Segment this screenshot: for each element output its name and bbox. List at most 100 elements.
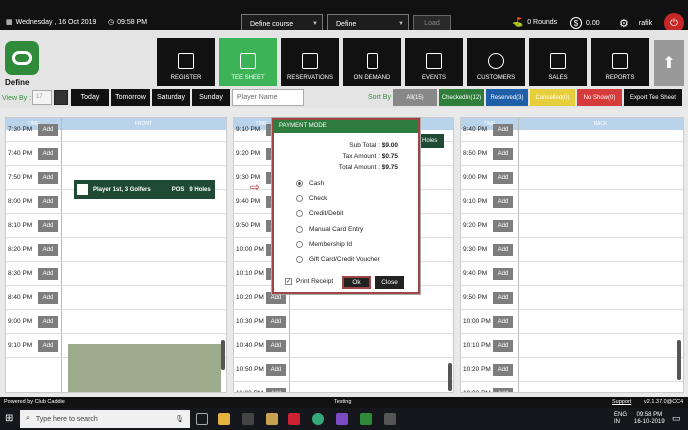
add-button[interactable]: Add bbox=[38, 291, 58, 304]
file-explorer-icon[interactable] bbox=[218, 413, 230, 425]
nav-on-demand[interactable]: ON DEMAND bbox=[343, 38, 401, 86]
nav-reports[interactable]: REPORTS bbox=[591, 38, 649, 86]
add-button[interactable]: Add bbox=[493, 291, 513, 304]
add-button[interactable]: Add bbox=[493, 219, 513, 232]
gear-icon[interactable]: ⚙ bbox=[619, 17, 629, 30]
nav-events[interactable]: EVENTS bbox=[405, 38, 463, 86]
radio-button[interactable] bbox=[296, 195, 303, 202]
user-menu[interactable]: ⚙ rafik bbox=[619, 17, 652, 30]
add-button[interactable]: Add bbox=[493, 243, 513, 256]
booking-row[interactable]: Player 1st, 3 Golfers POS 9 Holes bbox=[74, 180, 215, 199]
tee-time: 9:30 PM bbox=[463, 246, 488, 253]
player-name-input[interactable]: Player Name bbox=[232, 89, 304, 106]
booking-holes: 9 Holes bbox=[189, 186, 211, 193]
tee-time: 10:00 PM bbox=[236, 246, 264, 253]
support-link[interactable]: Support bbox=[612, 399, 631, 405]
add-button[interactable]: Add bbox=[38, 339, 58, 352]
nav-reservations[interactable]: RESERVATIONS bbox=[281, 38, 339, 86]
scrollbar[interactable] bbox=[677, 340, 681, 380]
scrollbar[interactable] bbox=[221, 340, 225, 370]
add-button[interactable]: Add bbox=[38, 171, 58, 184]
amount-text: 0.00 bbox=[586, 19, 600, 27]
nav-sales[interactable]: SALES bbox=[529, 38, 587, 86]
filter-all[interactable]: All(15) bbox=[393, 89, 437, 106]
add-button[interactable]: Add bbox=[38, 267, 58, 280]
clock[interactable]: 09:58 PM 16-10-2019 bbox=[634, 412, 665, 426]
microphone-icon[interactable]: 🎙 bbox=[175, 415, 184, 423]
add-button[interactable]: Add bbox=[38, 147, 58, 160]
add-button[interactable]: Add bbox=[266, 387, 286, 392]
chrome-icon[interactable] bbox=[312, 413, 324, 425]
ok-button[interactable]: Ok bbox=[342, 276, 371, 289]
app-icon[interactable] bbox=[266, 413, 278, 425]
close-button[interactable]: Close bbox=[375, 276, 404, 289]
calendar-button[interactable] bbox=[54, 90, 68, 105]
sunday-button[interactable]: Sunday bbox=[192, 89, 230, 106]
notification-icon[interactable]: ▭ bbox=[672, 413, 681, 424]
tee-time: 9:40 PM bbox=[463, 270, 488, 277]
booking-checkbox[interactable] bbox=[77, 184, 88, 195]
saturday-button[interactable]: Saturday bbox=[152, 89, 190, 106]
add-button[interactable]: Add bbox=[493, 267, 513, 280]
task-view-icon[interactable] bbox=[196, 413, 208, 425]
add-button[interactable]: Add bbox=[38, 219, 58, 232]
option-credit-debit[interactable]: Credit/Debit bbox=[296, 210, 343, 217]
tomorrow-button[interactable]: Tomorrow bbox=[111, 89, 150, 106]
taskbar-search[interactable]: ⌕ Type here to search 🎙 bbox=[20, 410, 190, 428]
option-membership[interactable]: Membership Id bbox=[296, 241, 352, 248]
app-icon[interactable] bbox=[288, 413, 300, 425]
app-icon[interactable] bbox=[242, 413, 254, 425]
app-icon[interactable] bbox=[384, 413, 396, 425]
nav-label: REPORTS bbox=[605, 75, 635, 81]
radio-button[interactable] bbox=[296, 210, 303, 217]
club-caddie-icon[interactable] bbox=[360, 413, 372, 425]
radio-button[interactable] bbox=[296, 180, 303, 187]
add-button[interactable]: Add bbox=[493, 387, 513, 392]
option-manual-card[interactable]: Manual Card Entry bbox=[296, 226, 363, 233]
add-button[interactable]: Add bbox=[493, 123, 513, 136]
print-receipt-toggle[interactable]: ✓ Print Receipt bbox=[285, 278, 333, 285]
add-button[interactable]: Add bbox=[266, 315, 286, 328]
radio-button[interactable] bbox=[296, 256, 303, 263]
add-button[interactable]: Add bbox=[38, 195, 58, 208]
sub-total-value: $9.00 bbox=[381, 142, 398, 149]
add-button[interactable]: Add bbox=[266, 363, 286, 376]
tee-time-row: 7:30 PM Add bbox=[6, 118, 226, 142]
view-by-label: View By : bbox=[2, 95, 32, 102]
user-name: rafik bbox=[638, 20, 653, 27]
add-button[interactable]: Add bbox=[38, 123, 58, 136]
filter-reserved[interactable]: Reserved(3) bbox=[486, 89, 528, 106]
scrollbar[interactable] bbox=[448, 363, 452, 391]
filter-noshow[interactable]: No Show(0) bbox=[577, 89, 622, 106]
add-button[interactable]: Add bbox=[493, 171, 513, 184]
radio-button[interactable] bbox=[296, 241, 303, 248]
booking-tag[interactable]: Holes bbox=[419, 134, 444, 148]
filter-checkedin[interactable]: CheckedIn(12) bbox=[439, 89, 484, 106]
add-button[interactable]: Add bbox=[493, 339, 513, 352]
date-input[interactable]: 17 bbox=[32, 90, 52, 105]
option-gift-card[interactable]: Gift Card/Credit Voucher bbox=[296, 256, 380, 263]
arrow-up-icon[interactable]: ⬆ bbox=[654, 40, 684, 86]
checkbox[interactable]: ✓ bbox=[285, 278, 292, 285]
today-button[interactable]: Today bbox=[71, 89, 109, 106]
add-button[interactable]: Add bbox=[493, 195, 513, 208]
option-cash[interactable]: Cash bbox=[296, 180, 324, 187]
add-button[interactable]: Add bbox=[38, 243, 58, 256]
export-tee-sheet-button[interactable]: Export Tee Sheet bbox=[624, 89, 682, 106]
language-indicator[interactable]: ENG IN bbox=[614, 412, 627, 426]
windows-start-icon[interactable]: ⊞ bbox=[5, 413, 13, 424]
add-button[interactable]: Add bbox=[266, 339, 286, 352]
add-button[interactable]: Add bbox=[493, 363, 513, 376]
add-button[interactable]: Add bbox=[493, 315, 513, 328]
search-text: Type here to search bbox=[35, 415, 98, 423]
filter-cancelled[interactable]: Cancelled(0) bbox=[530, 89, 575, 106]
add-button[interactable]: Add bbox=[493, 147, 513, 160]
nav-tee-sheet[interactable]: TEE SHEET bbox=[219, 38, 277, 86]
nav-customers[interactable]: CUSTOMERS bbox=[467, 38, 525, 86]
visual-studio-icon[interactable] bbox=[336, 413, 348, 425]
add-button[interactable]: Add bbox=[38, 315, 58, 328]
version-label: v2.1.37.0@CC4 bbox=[644, 399, 684, 405]
radio-button[interactable] bbox=[296, 226, 303, 233]
nav-register[interactable]: REGISTER bbox=[157, 38, 215, 86]
option-check[interactable]: Check bbox=[296, 195, 327, 202]
